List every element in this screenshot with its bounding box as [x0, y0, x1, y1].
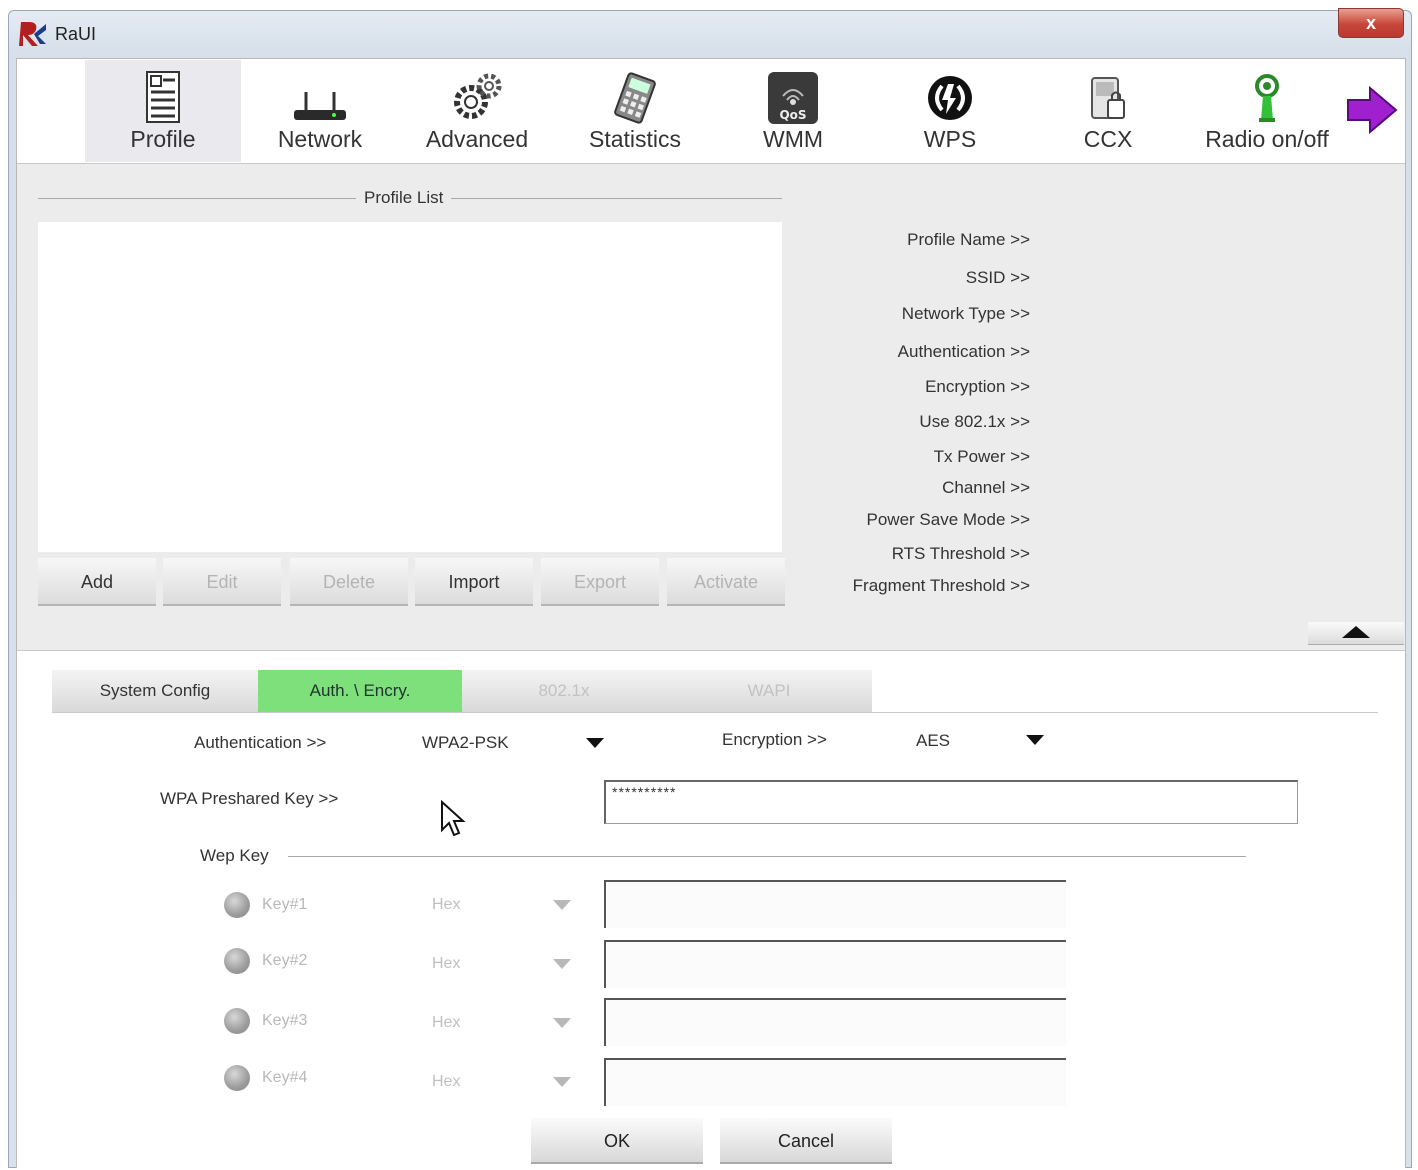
key2-radio[interactable]	[224, 948, 250, 974]
key4-label: Key#4	[262, 1069, 308, 1086]
key2-format[interactable]: Hex	[432, 955, 460, 973]
profile-list-heading: Profile List	[356, 188, 452, 208]
ok-button[interactable]: OK	[531, 1118, 703, 1164]
tab-system-config[interactable]: System Config	[52, 670, 258, 712]
import-button[interactable]: Import	[415, 558, 533, 606]
key2-input[interactable]	[604, 940, 1066, 988]
toolbar-wps[interactable]: WPS	[872, 60, 1028, 162]
delete-button[interactable]: Delete	[290, 558, 408, 606]
encryption-label: Encryption >>	[722, 730, 827, 749]
toolbar-statistics-label: Statistics	[588, 126, 682, 152]
chevron-down-icon[interactable]	[553, 959, 571, 969]
encryption-info-label: Encryption >>	[925, 377, 1030, 396]
tab-8021x[interactable]: 802.1x	[462, 670, 666, 712]
export-button[interactable]: Export	[541, 558, 659, 606]
chevron-up-icon	[1342, 626, 1370, 638]
toolbar-advanced-label: Advanced	[425, 126, 529, 152]
key3-input[interactable]	[604, 998, 1066, 1046]
network-icon	[290, 70, 350, 126]
wep-key-rule	[288, 856, 1246, 857]
key2-label: Key#2	[262, 952, 308, 969]
collapse-button[interactable]	[1308, 622, 1404, 645]
mouse-cursor-icon	[440, 799, 466, 838]
chevron-down-icon[interactable]	[553, 900, 571, 910]
wps-icon	[920, 70, 980, 126]
tx-power-label: Tx Power >>	[933, 447, 1030, 466]
profile-name-label: Profile Name >>	[907, 230, 1030, 249]
toolbar-statistics[interactable]: Statistics	[557, 60, 713, 162]
encryption-select[interactable]: AES	[914, 726, 1050, 756]
toolbar-wmm-label: WMM	[762, 126, 824, 152]
toolbar-radio-on-off[interactable]: Radio on/off	[1187, 60, 1347, 162]
cancel-button[interactable]: Cancel	[720, 1118, 892, 1164]
edit-button[interactable]: Edit	[163, 558, 281, 606]
encryption-value: AES	[916, 731, 951, 750]
arrow-right-icon	[1347, 85, 1398, 135]
key3-label: Key#3	[262, 1012, 308, 1029]
toolbar-profile-label: Profile	[130, 126, 196, 152]
fragment-threshold-label: Fragment Threshold >>	[852, 576, 1030, 595]
close-button[interactable]: x	[1338, 8, 1404, 38]
ccx-icon	[1078, 70, 1138, 126]
add-button[interactable]: Add	[38, 558, 156, 606]
close-icon: x	[1365, 13, 1376, 33]
qos-badge: QoS	[779, 108, 806, 122]
profile-list[interactable]	[38, 222, 782, 552]
authentication-info-label: Authentication >>	[897, 342, 1030, 361]
toolbar-radio-on-off-label: Radio on/off	[1205, 126, 1329, 152]
key1-radio[interactable]	[224, 892, 250, 918]
next-button[interactable]	[1346, 84, 1398, 136]
key4-format[interactable]: Hex	[432, 1073, 460, 1091]
key3-radio[interactable]	[224, 1008, 250, 1034]
key4-radio[interactable]	[224, 1065, 250, 1091]
chevron-down-icon[interactable]	[553, 1077, 571, 1087]
preshared-key-input[interactable]: **********	[604, 780, 1298, 824]
profile-list-title: Profile List	[356, 188, 452, 207]
radio-on-off-icon	[1237, 70, 1297, 126]
tab-divider	[52, 712, 1378, 713]
authentication-select[interactable]: WPA2-PSK	[420, 728, 610, 758]
authentication-value: WPA2-PSK	[422, 733, 509, 752]
toolbar-advanced[interactable]: Advanced	[399, 60, 555, 162]
tab-wapi[interactable]: WAPI	[666, 670, 872, 712]
key4-input[interactable]	[604, 1058, 1066, 1106]
toolbar-network-label: Network	[277, 126, 363, 152]
advanced-icon	[447, 70, 507, 126]
key1-format[interactable]: Hex	[432, 896, 460, 914]
chevron-down-icon	[1026, 735, 1044, 745]
rts-threshold-label: RTS Threshold >>	[891, 544, 1030, 563]
toolbar-wps-label: WPS	[923, 126, 977, 152]
channel-label: Channel >>	[942, 478, 1030, 497]
toolbar-network[interactable]: Network	[242, 60, 398, 162]
profile-icon	[133, 70, 193, 126]
toolbar-ccx-label: CCX	[1083, 126, 1133, 152]
power-save-mode-label: Power Save Mode >>	[866, 510, 1030, 529]
toolbar-ccx[interactable]: CCX	[1030, 60, 1186, 162]
wep-key-title: Wep Key	[200, 846, 269, 865]
toolbar-wmm[interactable]: QoS WMM	[715, 60, 871, 162]
app-logo-icon	[18, 20, 48, 48]
use-8021x-label: Use 802.1x >>	[919, 412, 1030, 431]
statistics-icon	[605, 70, 665, 126]
ssid-label: SSID >>	[965, 268, 1030, 287]
key1-input[interactable]	[604, 880, 1066, 928]
window-title: RaUI	[55, 24, 97, 44]
tab-auth-encry[interactable]: Auth. \ Encry.	[258, 670, 462, 712]
authentication-label: Authentication >>	[194, 733, 327, 752]
psk-label: WPA Preshared Key >>	[160, 789, 339, 808]
activate-button[interactable]: Activate	[667, 558, 785, 606]
toolbar-profile[interactable]: Profile	[85, 60, 241, 162]
wmm-qos-icon: QoS	[763, 70, 823, 126]
chevron-down-icon	[586, 738, 604, 748]
chevron-down-icon[interactable]	[553, 1018, 571, 1028]
network-type-label: Network Type >>	[901, 304, 1030, 323]
key1-label: Key#1	[262, 896, 308, 913]
key3-format[interactable]: Hex	[432, 1014, 460, 1032]
